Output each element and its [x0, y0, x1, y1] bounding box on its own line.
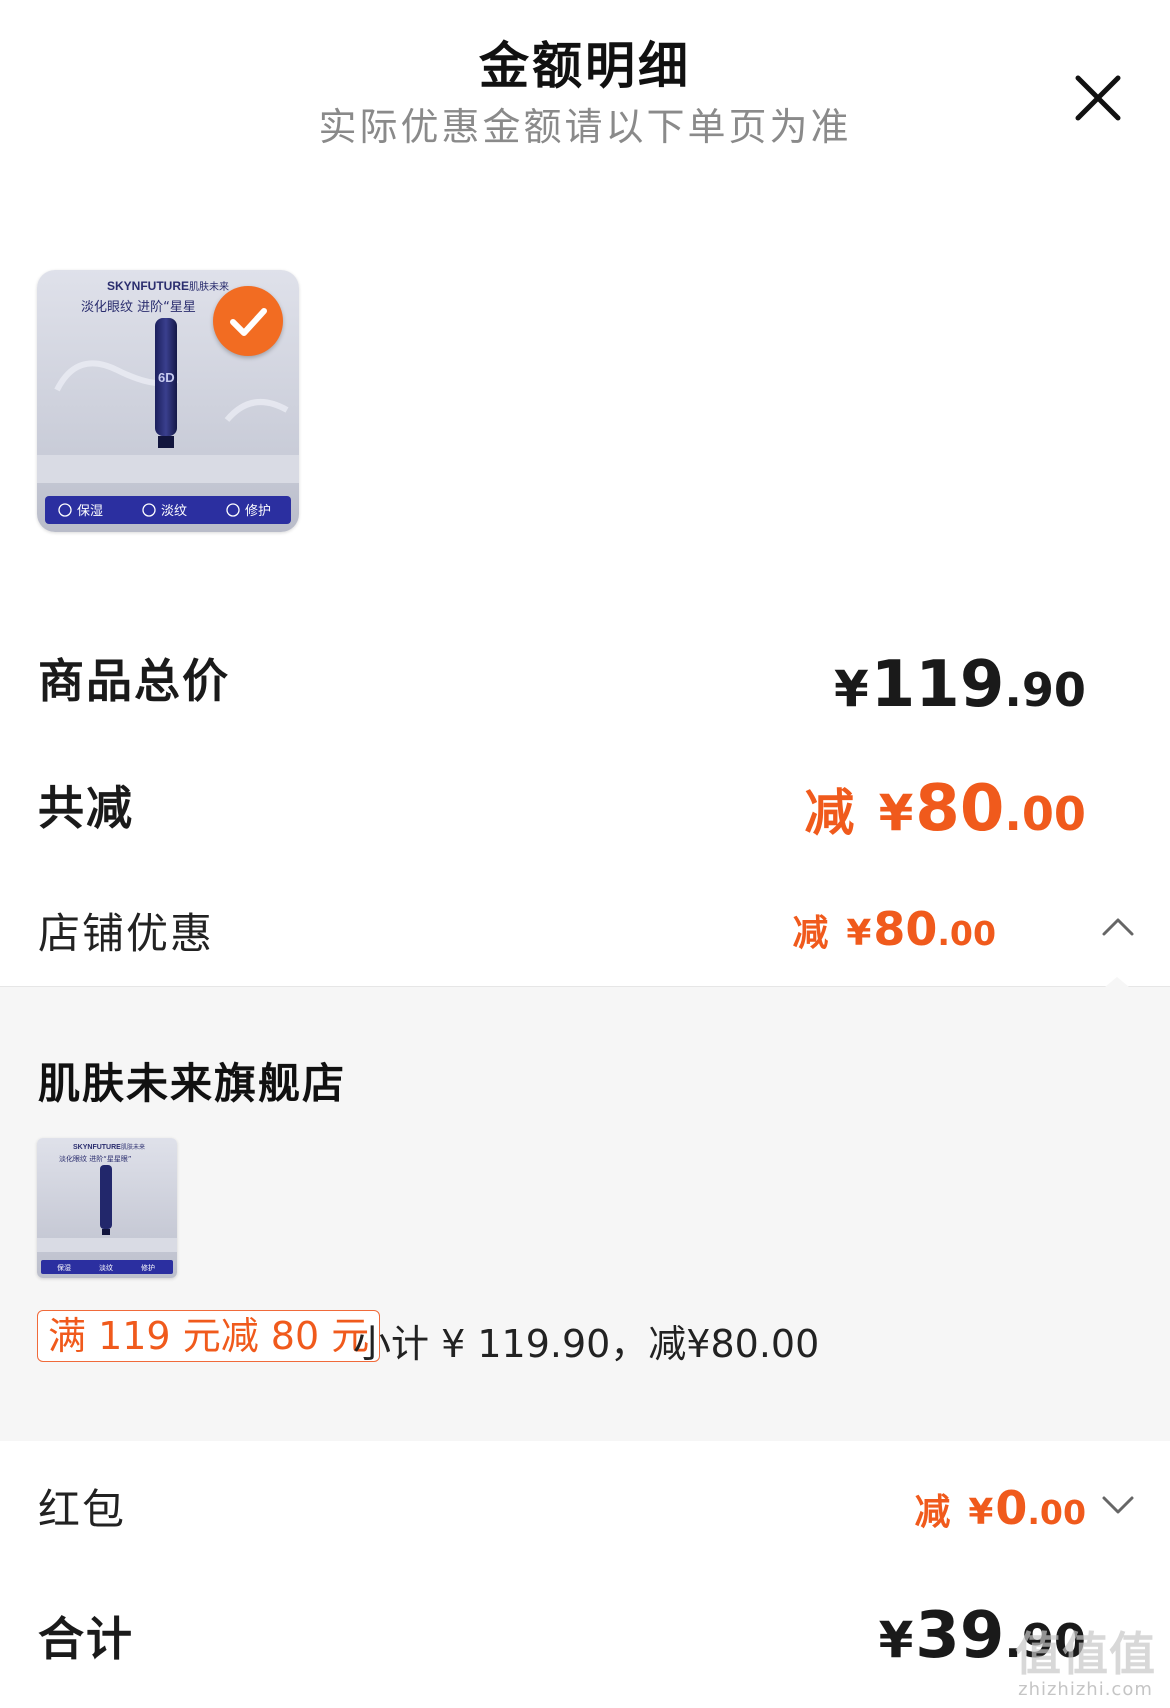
- total-discount-value: 减 ¥80.00: [804, 772, 1086, 846]
- badge-moisturize: 保湿: [77, 504, 103, 519]
- brand-text-small: SKYNFUTURE: [73, 1144, 121, 1151]
- total-discount-label: 共减: [38, 781, 134, 835]
- watermark-mark: 值值值: [1015, 1627, 1156, 1681]
- page-subtitle: 实际优惠金额请以下单页为准: [318, 105, 852, 149]
- selected-check-icon[interactable]: [213, 286, 283, 356]
- badge-antiwrinkle: 淡纹: [161, 504, 187, 519]
- goods-total-value: ¥119.90: [834, 648, 1086, 722]
- grand-total-label: 合计: [38, 1612, 134, 1666]
- badge-repair-small: 修护: [141, 1263, 155, 1272]
- panel-caret: [1105, 977, 1129, 987]
- chevron-down-icon[interactable]: [1098, 1486, 1138, 1522]
- red-packet-value[interactable]: 减 ¥0.00: [914, 1481, 1086, 1535]
- shop-discount-label[interactable]: 店铺优惠: [38, 900, 214, 961]
- tagline-text: 淡化眼纹 进阶“星星: [81, 300, 196, 315]
- promo-tag: 满 119 元减 80 元: [37, 1310, 381, 1362]
- brand-text: SKYNFUTURE: [107, 279, 189, 293]
- watermark-site: zhizhizhi.com: [1018, 1679, 1153, 1700]
- subtotal-text: 小计 ¥ 119.90，减¥80.00: [353, 1322, 820, 1366]
- tagline-text-small: 淡化眼纹 进阶“星星眼”: [59, 1154, 131, 1163]
- badge-antiwrinkle-small: 淡纹: [99, 1263, 113, 1272]
- brand-cn-text-small: 肌肤未来: [121, 1143, 145, 1151]
- close-icon[interactable]: [1072, 72, 1124, 124]
- badge-moisturize-small: 保湿: [57, 1263, 71, 1272]
- goods-total-label: 商品总价: [38, 654, 230, 708]
- page-title: 金额明细: [479, 37, 691, 95]
- watermark: 值值值 zhizhizhi.com: [1015, 1629, 1156, 1700]
- badge-repair: 修护: [245, 504, 271, 519]
- tube-label: 6D: [158, 370, 175, 385]
- store-name: 肌肤未来旗舰店: [38, 1059, 347, 1108]
- shop-discount-value[interactable]: 减 ¥80.00: [792, 902, 996, 956]
- chevron-up-icon[interactable]: [1098, 908, 1138, 944]
- store-product-thumbnail[interactable]: SKYNFUTURE 肌肤未来 淡化眼纹 进阶“星星眼” 保湿 淡纹 修护: [37, 1138, 177, 1278]
- red-packet-label[interactable]: 红包: [38, 1476, 126, 1537]
